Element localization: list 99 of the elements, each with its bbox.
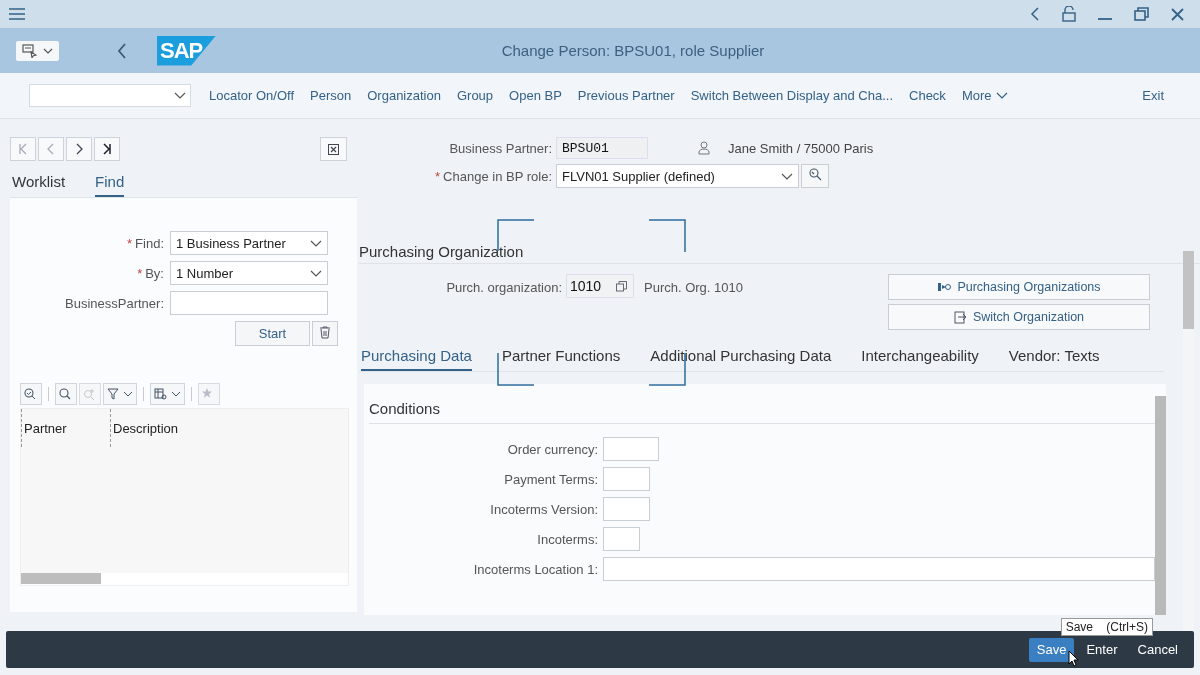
magnifier-check-icon [24,388,36,400]
tab[interactable]: Partner Functions [501,347,621,371]
search-button[interactable] [801,164,829,188]
caret-icon [43,47,53,54]
tooltip: Save (Ctrl+S) [1060,618,1153,636]
toolbar-button[interactable]: Open BP [509,88,562,103]
search-button[interactable] [55,383,77,405]
dropdown-field[interactable] [29,84,191,107]
table-settings-icon [154,388,167,400]
partner-name: Jane Smith / 75000 Paris [728,140,874,156]
dropdown-field[interactable]: 1 Number [170,261,328,285]
toolbar-button[interactable]: Previous Partner [577,88,675,103]
field-label: Incoterms: [536,531,599,547]
mouse-pointer-icon [1068,650,1080,667]
scrollbar-thumb[interactable] [1183,251,1194,329]
dropdown-field[interactable]: 1 Business Partner [170,231,328,255]
more-menu-button[interactable]: More [961,88,1008,103]
search-icon [59,388,71,400]
tab[interactable]: Purchasing Data [361,347,472,371]
field-label: Incoterms Version: [489,501,599,517]
toolbar-button[interactable]: Switch Between Display and Cha... [690,88,893,103]
input-field[interactable] [603,557,1155,581]
field-label: Order currency: [506,441,599,457]
next-icon [74,143,84,155]
start-button[interactable]: Start [235,321,310,346]
organization-icon [937,281,952,293]
person-icon [698,141,710,155]
window-title: Change Person: BPSU01, role Supplier [501,42,765,59]
toolbar-button[interactable]: Person [310,88,352,103]
field-label: * Find: [126,235,165,251]
field-label: BusinessPartner: [64,295,165,311]
field-label: * Change in BP role: [434,168,553,184]
close-panel-button[interactable] [320,137,347,161]
input-field[interactable] [603,467,650,491]
delete-button[interactable] [312,321,338,346]
search-plus-icon [83,388,95,400]
footer-button[interactable]: Cancel [1129,637,1186,662]
layout-settings-button[interactable] [150,383,185,405]
last-page-button[interactable] [94,137,120,161]
close-icon [328,143,339,155]
first-page-icon [18,143,28,155]
org-description: Purch. Org. 1010 [644,279,743,295]
back-icon[interactable] [117,42,127,59]
purchasing-org-field[interactable]: 1010 [566,274,634,298]
caret-icon [995,92,1008,99]
switch-icon [953,310,967,324]
panel-tab[interactable]: Worklist [12,171,66,197]
close-icon[interactable] [1171,7,1184,21]
caret-icon [123,391,133,397]
section-title: Conditions [369,400,1155,424]
input-field[interactable] [603,527,640,551]
caret-icon [171,391,181,397]
command-icon [22,43,38,58]
first-page-button[interactable] [10,137,36,161]
tab[interactable]: Interchangeability [861,347,979,371]
switch-organization-button[interactable]: Switch Organization [888,304,1150,330]
role-dropdown[interactable]: FLVN01 Supplier (defined) [556,164,799,188]
footer-button[interactable]: Save [1028,637,1075,662]
last-page-icon [102,143,112,155]
purchasing-organizations-button[interactable]: Purchasing Organizations [888,274,1150,300]
value-help-icon [616,280,627,292]
scrollbar-thumb[interactable] [21,573,101,584]
toolbar-button[interactable]: Locator On/Off [209,88,295,103]
field-label: Purch. organization: [445,279,563,295]
tab[interactable]: Vendor: Texts [1008,347,1100,371]
toolbar-button[interactable]: Group [456,88,494,103]
padlock-icon[interactable] [1062,6,1076,22]
favorite-add-button[interactable] [198,383,220,405]
toolbar-button[interactable]: Organization [367,88,441,103]
restore-icon[interactable] [1134,7,1149,21]
scrollbar[interactable] [1155,396,1166,615]
field-label: Incoterms Location 1: [472,561,599,577]
toolbar-button[interactable]: Check [909,88,946,103]
filter-button[interactable] [103,383,137,405]
field-label: Payment Terms: [503,471,599,487]
field-label: * By: [136,265,165,281]
footer-button[interactable]: Enter [1078,637,1126,662]
caret-icon [310,239,322,247]
input-field[interactable] [603,497,650,521]
previous-icon [46,143,56,155]
input-field[interactable] [603,437,659,461]
caret-icon [310,269,322,277]
zoom-check-button[interactable] [20,383,42,405]
search-icon [808,168,822,181]
menu-icon[interactable] [9,8,25,20]
caret-icon [174,92,186,99]
tab[interactable]: Additional Purchasing Data [650,347,832,371]
back-icon[interactable] [1030,7,1040,21]
column-header[interactable]: Partner [21,409,111,447]
exit-button[interactable]: Exit [1142,88,1164,103]
input-field[interactable] [170,291,328,315]
sap-logo: SAP [157,35,216,66]
column-header[interactable]: Description [111,409,179,447]
caret-icon [781,172,793,180]
partner-number-field[interactable]: BPSU01 [556,137,648,159]
filter-icon [107,388,119,400]
command-dropdown[interactable] [16,40,59,61]
field-label: Business Partner: [448,140,553,156]
trash-icon [319,325,331,339]
